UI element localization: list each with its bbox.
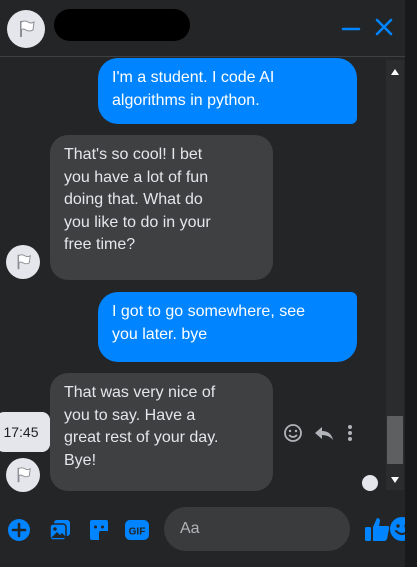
sticker-button[interactable] — [86, 517, 112, 543]
close-button[interactable] — [372, 15, 396, 39]
message-actions — [283, 421, 363, 445]
scroll-up-button[interactable] — [386, 62, 404, 82]
flag-avatar-icon — [17, 254, 31, 270]
plus-icon — [8, 519, 30, 541]
page-background-strip — [405, 0, 417, 567]
close-icon — [375, 18, 393, 36]
composer: GIF — [0, 500, 414, 567]
gif-button[interactable]: GIF — [124, 517, 150, 543]
timestamp-tooltip: 17:45 — [0, 412, 50, 452]
more-button[interactable] — [345, 423, 355, 443]
react-button[interactable] — [283, 423, 303, 443]
minimize-icon — [341, 27, 361, 31]
gif-icon: GIF — [125, 520, 149, 540]
scrollbar[interactable] — [386, 60, 404, 490]
outgoing-message[interactable]: I got to go somewhere, see you later. by… — [98, 292, 357, 362]
minimize-button[interactable] — [339, 15, 363, 39]
outgoing-message[interactable]: I'm a student. I code AI algorithms in p… — [98, 58, 357, 124]
message-input-container[interactable] — [164, 506, 414, 552]
message-input[interactable] — [164, 506, 389, 552]
like-button[interactable] — [362, 514, 392, 544]
thumbs-up-icon — [365, 518, 390, 541]
image-icon — [49, 520, 70, 541]
arrow-down-icon — [391, 477, 399, 483]
reply-icon — [315, 427, 333, 440]
chat-window: I'm a student. I code AI algorithms in p… — [0, 0, 414, 567]
contact-name-redacted[interactable] — [54, 9, 190, 41]
chat-header — [0, 0, 405, 57]
reply-button[interactable] — [313, 423, 335, 443]
contact-avatar[interactable] — [7, 10, 45, 48]
react-icon — [284, 424, 302, 442]
flag-avatar-icon — [20, 20, 35, 37]
svg-text:GIF: GIF — [129, 527, 146, 538]
incoming-message[interactable]: That's so cool! I bet you have a lot of … — [50, 135, 273, 280]
arrow-up-icon — [391, 69, 399, 75]
scroll-down-button[interactable] — [386, 470, 404, 490]
seen-receipt-avatar — [362, 475, 378, 491]
more-actions-button[interactable] — [6, 517, 32, 543]
flag-avatar-icon — [17, 467, 31, 483]
more-icon — [348, 425, 352, 441]
incoming-message[interactable]: That was very nice of you to say. Have a… — [50, 373, 273, 491]
attach-image-button[interactable] — [47, 517, 73, 543]
sticker-icon — [90, 520, 108, 540]
sender-avatar[interactable] — [6, 245, 40, 279]
message-list: I'm a student. I code AI algorithms in p… — [0, 57, 386, 497]
sender-avatar[interactable] — [6, 458, 40, 492]
scroll-thumb[interactable] — [387, 416, 403, 464]
